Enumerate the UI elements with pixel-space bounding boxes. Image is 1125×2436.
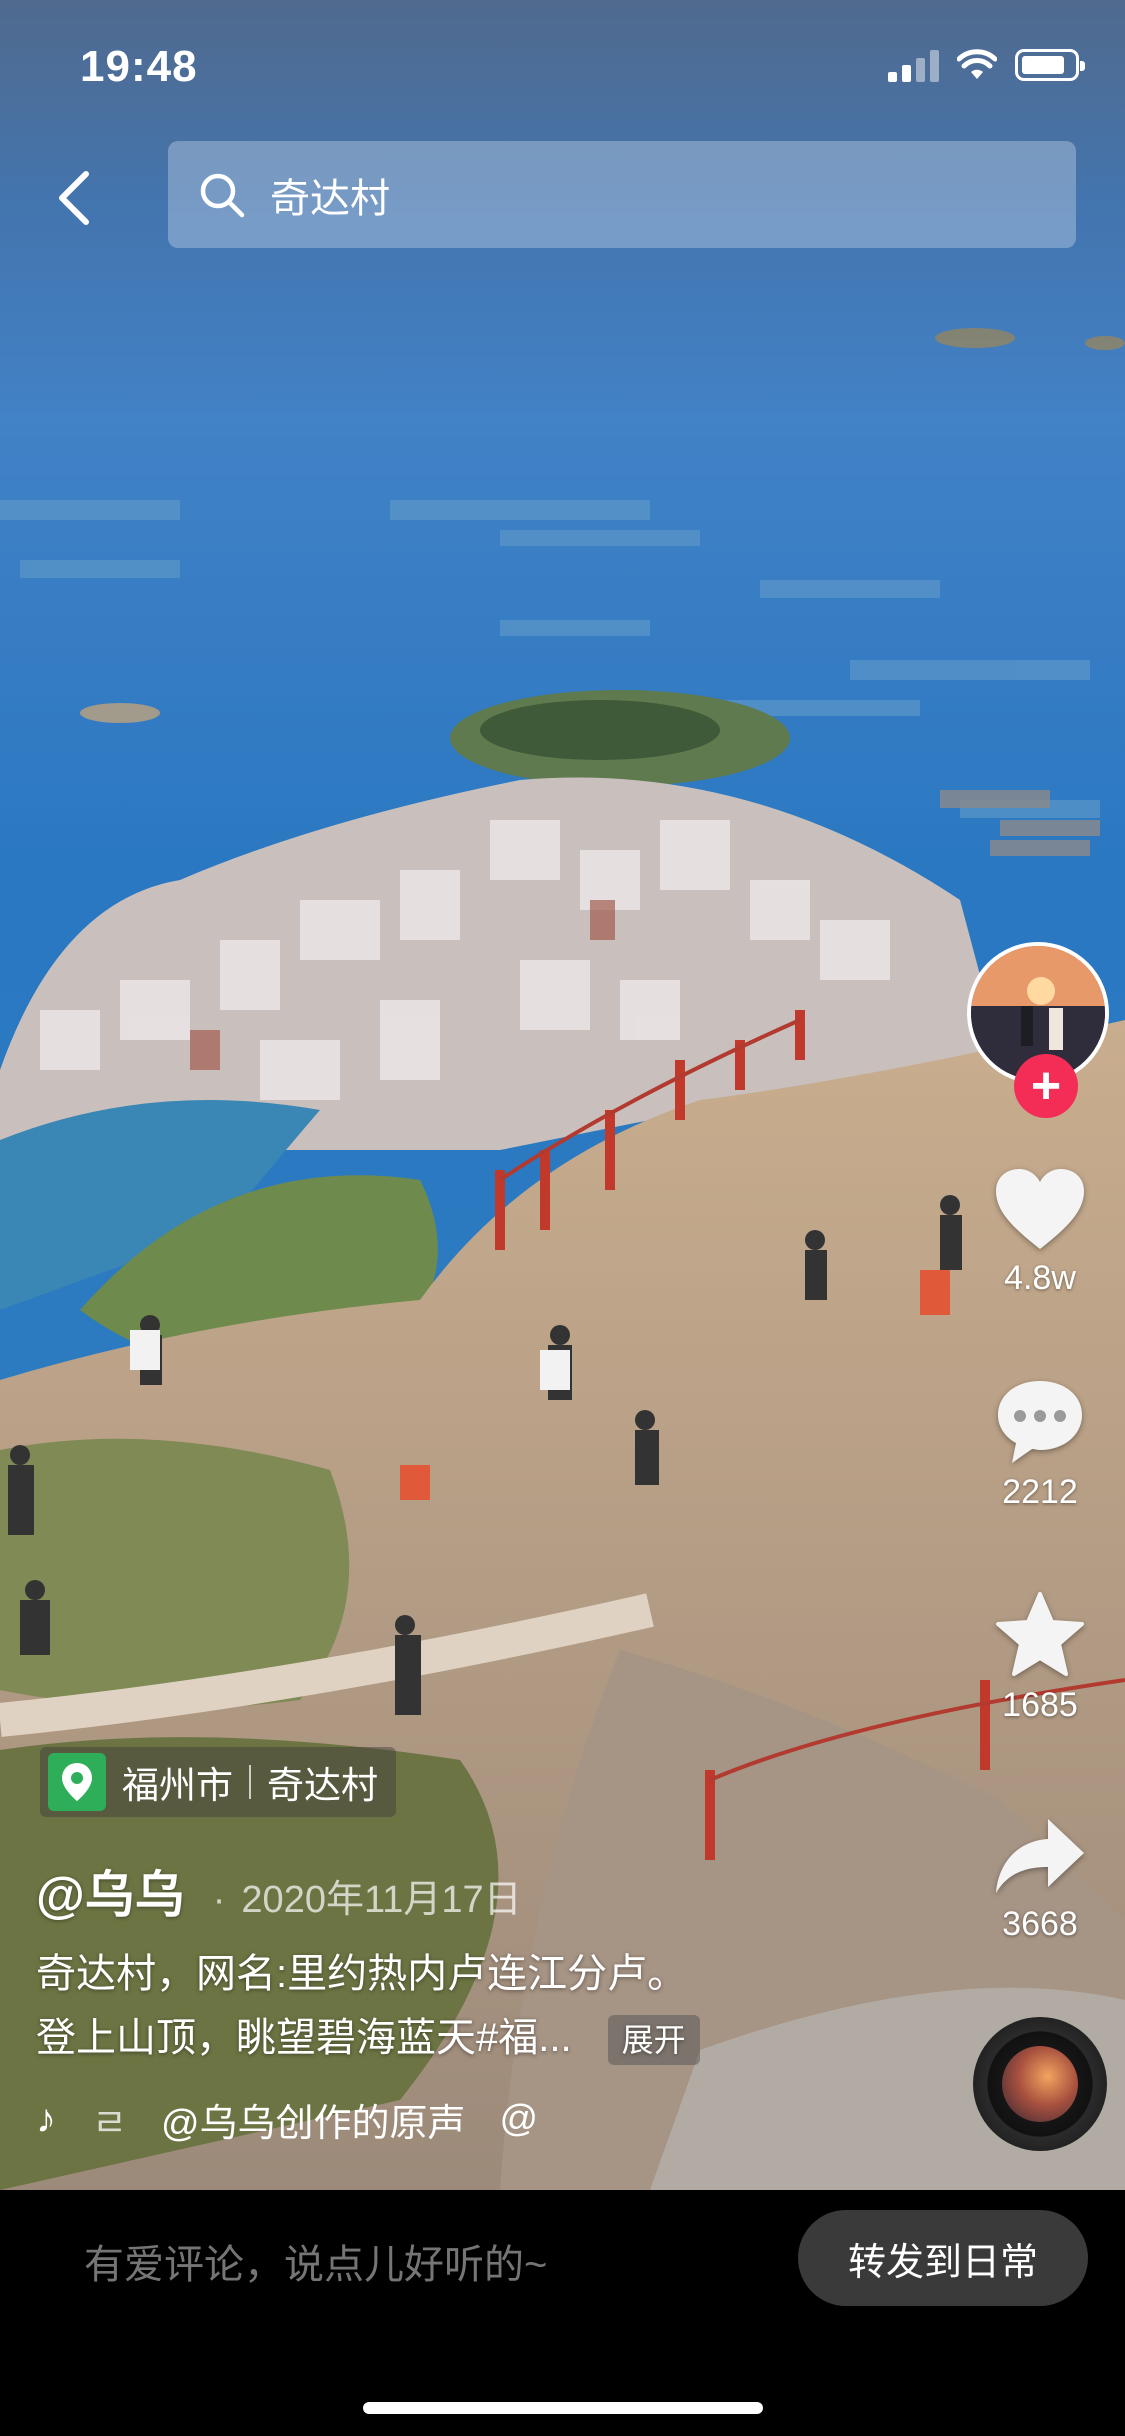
comment-count: 2212 bbox=[1002, 1473, 1078, 1511]
share-to-daily-button[interactable]: 转发到日常 bbox=[798, 2210, 1088, 2306]
location-pin-icon bbox=[48, 1753, 106, 1811]
caption-line-2-wrap: 登上山顶，眺望碧海蓝天#福... 展开 bbox=[36, 2006, 916, 2070]
music-disc[interactable] bbox=[973, 2017, 1107, 2151]
bottom-bar: 转发到日常 bbox=[0, 2190, 1125, 2436]
music-cover-image bbox=[1002, 2046, 1078, 2122]
location-tag[interactable]: 福州市 奇达村 bbox=[40, 1747, 396, 1817]
star-icon bbox=[996, 1592, 1084, 1676]
location-place: 奇达村 bbox=[267, 1765, 378, 1806]
search-icon bbox=[198, 170, 248, 220]
status-icons bbox=[888, 48, 1085, 82]
music-marquee-partial: ㄹ bbox=[92, 2103, 127, 2145]
share-count: 3668 bbox=[1002, 1905, 1078, 1943]
wifi-icon bbox=[957, 49, 997, 79]
post-date: 2020年11月17日 bbox=[213, 1868, 521, 1923]
back-button[interactable] bbox=[44, 165, 104, 231]
share-action[interactable]: 3668 bbox=[955, 1815, 1125, 1944]
search-bar[interactable] bbox=[168, 141, 1076, 248]
comment-input[interactable] bbox=[82, 2242, 766, 2289]
plus-icon: + bbox=[1030, 1057, 1062, 1115]
music-title: @乌乌创作的原声 bbox=[160, 2103, 466, 2145]
favorite-count: 1685 bbox=[1002, 1686, 1078, 1724]
cellular-signal-icon bbox=[888, 48, 939, 82]
like-count: 4.8w bbox=[1004, 1259, 1076, 1297]
tiktok-note-icon: ♪ bbox=[36, 2097, 56, 2141]
comment-action[interactable]: 2212 bbox=[955, 1375, 1125, 1512]
author-name[interactable]: @乌乌 bbox=[36, 1855, 185, 1927]
chevron-left-icon bbox=[59, 171, 89, 225]
battery-icon bbox=[1015, 49, 1085, 81]
author-avatar-group[interactable]: + bbox=[967, 942, 1109, 1118]
post-caption: 奇达村，网名:里约热内卢连江分卢。 登上山顶，眺望碧海蓝天#福... 展开 bbox=[36, 1942, 916, 2070]
caption-line-2: 登上山顶，眺望碧海蓝天#福... bbox=[36, 2016, 572, 2060]
favorite-action[interactable]: 1685 bbox=[955, 1590, 1125, 1725]
heart-icon bbox=[996, 1169, 1084, 1249]
follow-button[interactable]: + bbox=[1014, 1054, 1078, 1118]
share-arrow-icon bbox=[996, 1819, 1084, 1893]
comment-bubble-icon bbox=[998, 1381, 1082, 1463]
caption-line-1: 奇达村，网名:里约热内卢连江分卢。 bbox=[36, 1952, 688, 1996]
author-row: @乌乌 2020年11月17日 bbox=[36, 1855, 522, 1927]
status-time: 19:48 bbox=[80, 42, 198, 91]
music-marquee-trailing: @ bbox=[499, 2098, 539, 2140]
home-indicator[interactable] bbox=[363, 2402, 763, 2414]
music-row[interactable]: ♪ ㄹ @乌乌创作的原声 @ bbox=[36, 2092, 616, 2147]
status-bar: 19:48 bbox=[0, 0, 1125, 132]
search-input[interactable] bbox=[268, 171, 1032, 218]
like-action[interactable]: 4.8w bbox=[955, 1165, 1125, 1298]
expand-caption-button[interactable]: 展开 bbox=[607, 2015, 700, 2066]
location-divider bbox=[249, 1765, 251, 1799]
location-city: 福州市 bbox=[122, 1765, 233, 1806]
